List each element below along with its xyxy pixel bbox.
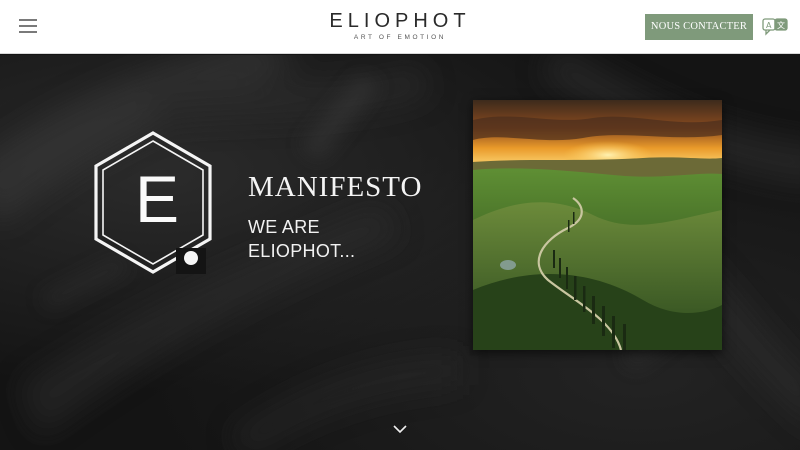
site-header: ELIOPHOT ART OF EMOTION NOUS CONTACTER A…	[0, 0, 800, 54]
chat-language-icon[interactable]: A 文	[762, 17, 788, 37]
site-logo[interactable]: ELIOPHOT ART OF EMOTION	[300, 9, 500, 41]
contact-button[interactable]: NOUS CONTACTER	[645, 14, 753, 40]
hero-section: E MANIFESTO WE ARE ELIOPHOT...	[0, 55, 800, 450]
hero-subtitle: WE ARE ELIOPHOT...	[248, 215, 448, 263]
logo-tagline: ART OF EMOTION	[353, 34, 447, 41]
page-title: MANIFESTO	[248, 171, 423, 203]
logo-title: ELIOPHOT	[329, 10, 471, 32]
hamburger-menu-icon[interactable]	[19, 19, 37, 33]
emblem-letter: E	[135, 162, 180, 236]
hero-subtitle-line: ELIOPHOT...	[248, 241, 356, 261]
hero-subtitle-line: WE ARE	[248, 217, 320, 237]
landscape-photo	[473, 100, 722, 350]
svg-text:文: 文	[777, 20, 785, 30]
chevron-down-icon[interactable]	[390, 421, 410, 437]
svg-text:A: A	[766, 21, 772, 30]
